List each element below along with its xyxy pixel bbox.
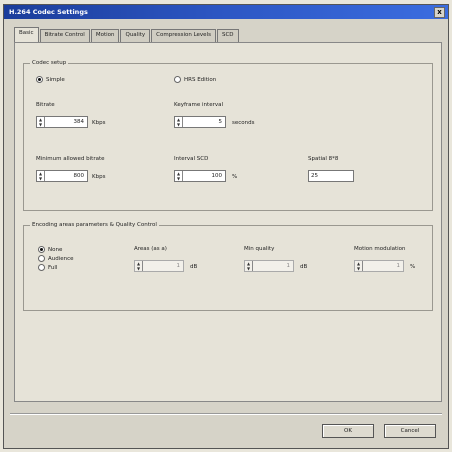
min-bitrate-stepper[interactable]: ▲ ▼ 800 — [36, 170, 88, 182]
motion-modulation-value: 1 — [396, 263, 401, 269]
spin-arrows-icon[interactable]: ▲ ▼ — [175, 171, 183, 181]
encoding-areas-legend: Encoding areas parameters & Quality Cont… — [30, 222, 159, 228]
keyframe-label: Keyframe interval — [174, 102, 223, 108]
min-quality-stepper[interactable]: ▲ ▼ 1 — [244, 260, 294, 272]
radio-none-label: None — [48, 246, 63, 253]
tab-motion[interactable]: Motion — [90, 29, 120, 43]
keyframe-unit: seconds — [232, 120, 255, 126]
areas-stepper[interactable]: ▲ ▼ 1 — [134, 260, 184, 272]
radio-full-label: Full — [48, 264, 58, 271]
radio-selected-icon — [36, 76, 43, 83]
spatial-label: Spatial 8*8 — [308, 156, 339, 162]
spin-arrows-icon[interactable]: ▲ ▼ — [175, 117, 183, 127]
motion-modulation-label: Motion modulation — [354, 246, 406, 252]
codec-settings-window: H.264 Codec Settings x Basic Bitrate Con… — [3, 4, 449, 449]
radio-selected-icon — [38, 246, 45, 253]
spatial-input[interactable]: 25 — [308, 170, 354, 182]
bitrate-label: Bitrate — [36, 102, 55, 108]
min-bitrate-value: 800 — [73, 173, 85, 179]
radio-audience-label: Audience — [48, 255, 74, 262]
keyframe-stepper[interactable]: ▲ ▼ 5 — [174, 116, 226, 128]
spin-arrows-icon[interactable]: ▲ ▼ — [37, 171, 45, 181]
ok-button[interactable]: OK — [322, 424, 374, 438]
keyframe-value: 5 — [218, 119, 223, 125]
spin-arrows-icon[interactable]: ▲ ▼ — [37, 117, 45, 127]
areas-unit: dB — [190, 264, 198, 270]
radio-full[interactable]: Full — [38, 264, 57, 271]
tab-page-basic: Codec setup Simple HRS Edition Bitrate ▲… — [14, 42, 442, 402]
encoding-areas-group: Encoding areas parameters & Quality Cont… — [23, 222, 433, 311]
radio-hrs-edition[interactable]: HRS Edition — [174, 76, 216, 83]
close-icon[interactable]: x — [434, 7, 445, 18]
tab-compression-levels[interactable]: Compression Levels — [151, 29, 216, 43]
tab-bitrate-control[interactable]: Bitrate Control — [39, 29, 90, 43]
cancel-button[interactable]: Cancel — [384, 424, 436, 438]
tab-strip: Basic Bitrate Control Motion Quality Com… — [14, 27, 240, 43]
codec-setup-group: Codec setup Simple HRS Edition Bitrate ▲… — [23, 60, 433, 211]
min-bitrate-unit: Kbps — [92, 174, 106, 180]
tab-quality[interactable]: Quality — [120, 29, 151, 43]
radio-none[interactable]: None — [38, 246, 62, 253]
radio-audience[interactable]: Audience — [38, 255, 74, 262]
interval-label: Interval SCD — [174, 156, 209, 162]
codec-setup-legend: Codec setup — [30, 60, 69, 66]
radio-simple[interactable]: Simple — [36, 76, 65, 83]
radio-hrs-label: HRS Edition — [184, 76, 217, 83]
min-quality-label: Min quality — [244, 246, 275, 252]
motion-modulation-unit: % — [410, 264, 416, 270]
areas-label: Areas (as a) — [134, 246, 167, 252]
interval-unit: % — [232, 174, 238, 180]
radio-unselected-icon — [38, 255, 45, 262]
bitrate-unit: Kbps — [92, 120, 106, 126]
window-title: H.264 Codec Settings — [9, 8, 88, 16]
radio-simple-label: Simple — [46, 76, 65, 83]
bitrate-stepper[interactable]: ▲ ▼ 384 — [36, 116, 88, 128]
bitrate-value: 384 — [73, 119, 85, 125]
radio-unselected-icon — [38, 264, 45, 271]
interval-stepper[interactable]: ▲ ▼ 100 — [174, 170, 226, 182]
tab-basic[interactable]: Basic — [14, 27, 39, 43]
min-quality-value: 1 — [286, 263, 291, 269]
spin-arrows-icon[interactable]: ▲ ▼ — [355, 261, 363, 271]
motion-modulation-stepper[interactable]: ▲ ▼ 1 — [354, 260, 404, 272]
areas-value: 1 — [176, 263, 181, 269]
min-bitrate-label: Minimum allowed bitrate — [36, 156, 105, 162]
radio-unselected-icon — [174, 76, 181, 83]
min-quality-unit: dB — [300, 264, 308, 270]
interval-value: 100 — [211, 173, 223, 179]
spin-arrows-icon[interactable]: ▲ ▼ — [245, 261, 253, 271]
title-bar[interactable]: H.264 Codec Settings x — [4, 5, 448, 19]
footer-divider — [10, 413, 442, 415]
spin-arrows-icon[interactable]: ▲ ▼ — [135, 261, 143, 271]
tab-scd[interactable]: SCD — [216, 29, 239, 43]
